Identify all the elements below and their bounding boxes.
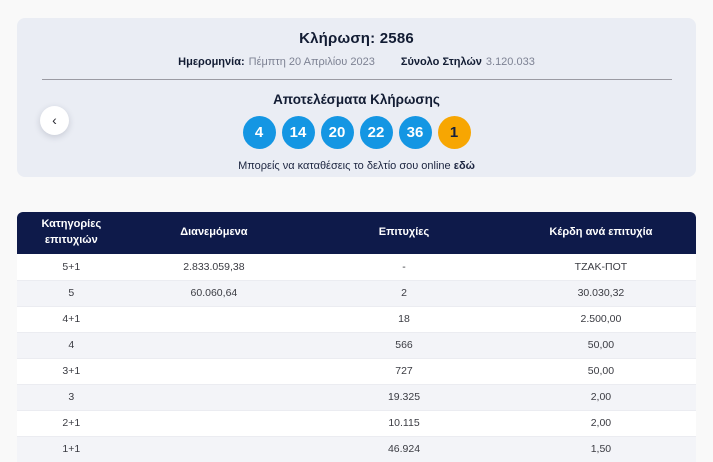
table-row: 2+1 10.115 2,00 xyxy=(17,409,696,436)
drawn-number-ball: 4 xyxy=(242,116,276,149)
table-cell-category: 4+1 xyxy=(17,305,126,332)
panel-divider xyxy=(41,79,672,80)
winnings-table-body: 5+1 2.833.059,38 - ΤΖΑΚ-ΠΟΤ 5 60.060,64 2 30.03… xyxy=(17,254,696,462)
column-header-distributed: Διανεμόμενα xyxy=(125,212,303,254)
chevron-left-icon: ‹ xyxy=(52,111,57,128)
table-cell-prize: 30.030,32 xyxy=(505,279,696,306)
table-row: 4 566 50,00 xyxy=(17,331,696,358)
online-submit-link[interactable]: εδώ xyxy=(454,160,475,172)
page-content: Κλήρωση: 2586 Ημερομηνία: Πέμπτη 20 Απριλ… xyxy=(17,0,696,462)
table-cell-distributed xyxy=(125,383,303,410)
online-submit-text: Μπορείς να καταθέσεις το δελτίο σου onli… xyxy=(238,160,451,172)
draw-meta: Ημερομηνία: Πέμπτη 20 Απριλίου 2023 Σύνολ… xyxy=(17,56,696,68)
column-header-categories: Κατηγορίες επιτυχιών xyxy=(17,212,126,254)
table-cell-distributed xyxy=(125,305,303,332)
table-cell-distributed: 60.060,64 xyxy=(125,279,303,306)
table-cell-category: 4 xyxy=(17,331,126,358)
draw-title-label: Κλήρωση: xyxy=(299,30,376,47)
table-cell-prize: 50,00 xyxy=(505,331,696,358)
draw-date-label: Ημερομηνία: xyxy=(178,56,245,68)
results-title: Αποτελέσματα Κλήρωσης xyxy=(273,92,440,107)
table-cell-prize: 2.500,00 xyxy=(505,305,696,332)
table-row: 5+1 2.833.059,38 - ΤΖΑΚ-ΠΟΤ xyxy=(17,254,696,280)
table-cell-winners: 19.325 xyxy=(302,383,506,410)
table-row: 1+1 46.924 1,50 xyxy=(17,435,696,462)
table-cell-distributed xyxy=(125,331,303,358)
table-row: 3 19.325 2,00 xyxy=(17,383,696,410)
table-cell-category: 5 xyxy=(17,279,126,306)
table-cell-distributed: 2.833.059,38 xyxy=(183,260,245,273)
column-header-winners: Επιτυχίες xyxy=(302,212,506,254)
table-cell-distributed xyxy=(125,435,303,462)
drawn-number-ball: 22 xyxy=(359,116,393,149)
table-header-row: Κατηγορίες επιτυχιών Διανεμόμενα Επιτυχίε… xyxy=(17,212,696,254)
table-cell-winners: 566 xyxy=(302,331,506,358)
table-cell-prize: 50,00 xyxy=(505,357,696,384)
drawn-numbers: 4 14 20 22 36 1 xyxy=(17,116,696,149)
draw-title-value: 2586 xyxy=(379,30,414,47)
table-cell-category: 2+1 xyxy=(17,409,126,436)
draw-panel: Κλήρωση: 2586 Ημερομηνία: Πέμπτη 20 Απριλ… xyxy=(17,18,696,177)
table-cell-distributed xyxy=(125,409,303,436)
table-cell-category: 3+1 xyxy=(17,357,126,384)
table-row: 4+1 18 2.500,00 xyxy=(17,305,696,332)
table-cell-prize: ΤΖΑΚ-ΠΟΤ xyxy=(574,260,628,273)
total-columns: Σύνολο Στηλών 3.120.033 xyxy=(401,56,535,68)
table-cell-category: 1+1 xyxy=(17,435,126,462)
drawn-number-ball: 14 xyxy=(281,116,315,149)
table-cell-winners: 10.115 xyxy=(302,409,506,436)
total-columns-value: 3.120.033 xyxy=(485,56,535,68)
drawn-number-ball: 36 xyxy=(398,116,432,149)
total-columns-label: Σύνολο Στηλών xyxy=(400,56,482,68)
draw-date-value: Πέμπτη 20 Απριλίου 2023 xyxy=(248,56,375,68)
winnings-table: Κατηγορίες επιτυχιών Διανεμόμενα Επιτυχίε… xyxy=(17,212,696,462)
table-cell-winners: - xyxy=(402,260,406,273)
table-cell-category: 5+1 xyxy=(62,260,81,273)
table-cell-winners: 18 xyxy=(302,305,506,332)
draw-date: Ημερομηνία: Πέμπτη 20 Απριλίου 2023 xyxy=(178,56,375,68)
table-cell-winners: 46.924 xyxy=(302,435,506,462)
winnings-table-container: Κατηγορίες επιτυχιών Διανεμόμενα Επιτυχίε… xyxy=(17,212,696,462)
draw-title: Κλήρωση: 2586 xyxy=(17,30,696,47)
column-header-prize: Κέρδη ανά επιτυχία xyxy=(505,212,696,254)
table-cell-winners: 2 xyxy=(302,279,506,306)
table-row: 5 60.060,64 2 30.030,32 xyxy=(17,279,696,306)
table-cell-prize: 1,50 xyxy=(505,435,696,462)
drawn-number-ball: 20 xyxy=(320,116,354,149)
table-cell-prize: 2,00 xyxy=(505,383,696,410)
previous-draw-button[interactable]: ‹ xyxy=(40,106,69,135)
table-cell-distributed xyxy=(125,357,303,384)
joker-number-ball: 1 xyxy=(437,116,471,149)
table-row: 3+1 727 50,00 xyxy=(17,357,696,384)
table-cell-winners: 727 xyxy=(302,357,506,384)
table-cell-prize: 2,00 xyxy=(505,409,696,436)
table-cell-category: 3 xyxy=(17,383,126,410)
online-submit-note: Μπορείς να καταθέσεις το δελτίο σου onli… xyxy=(17,160,696,172)
